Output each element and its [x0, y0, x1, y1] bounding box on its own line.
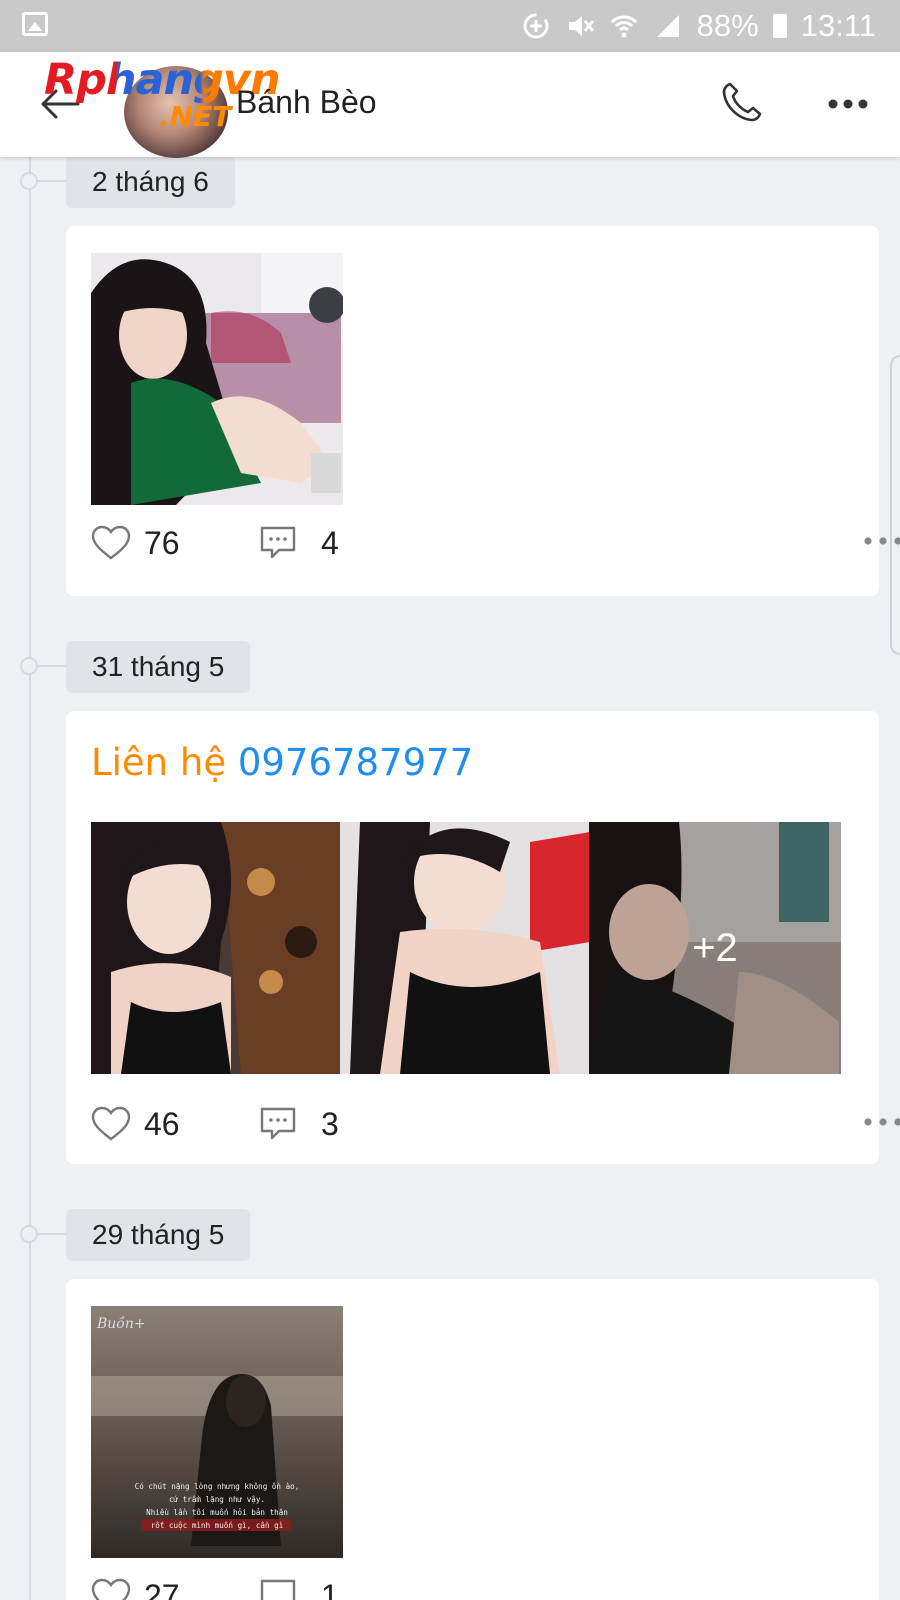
wifi-icon: [609, 11, 639, 41]
photo-quote-line: Nhiều lần tôi muốn hỏi bản thân: [146, 1508, 288, 1517]
phone-icon[interactable]: [720, 80, 764, 124]
comment-icon[interactable]: [259, 1106, 297, 1142]
comment-count: 4: [321, 525, 339, 561]
system-icons: 88% 13:11: [521, 0, 876, 52]
like-count: 27: [144, 1578, 180, 1600]
photo-image: [91, 253, 343, 505]
signal-icon: [653, 11, 683, 41]
comment-icon[interactable]: [259, 1578, 297, 1600]
scroll-edge-handle[interactable]: [890, 355, 900, 655]
post-photo[interactable]: [91, 822, 343, 1074]
caption-phone-number[interactable]: 0976787977: [238, 741, 473, 784]
timeline-line: [29, 157, 31, 1600]
post-caption: Liên hệ 0976787977: [91, 741, 473, 784]
post-card[interactable]: Liên hệ 0976787977 +2 46 3: [66, 711, 900, 1164]
caption-label: Liên hệ: [91, 741, 238, 784]
photo-corner-text: Buồn+: [96, 1315, 146, 1332]
photo-quote-line: rốt cuộc mình muốn gì, cần gì: [151, 1521, 284, 1530]
heart-icon[interactable]: [91, 1106, 131, 1142]
mute-icon: [565, 11, 595, 41]
more-photos-count: +2: [692, 925, 738, 970]
heart-icon[interactable]: [91, 525, 131, 561]
timeline-dot: [20, 657, 70, 675]
photo-quote-line: cứ trầm lặng như vậy.: [169, 1495, 265, 1504]
timeline-dot: [20, 1225, 70, 1243]
post-more-icon[interactable]: [863, 535, 900, 547]
photo-image: [340, 822, 592, 1074]
comment-count: 3: [321, 1106, 339, 1142]
date-label: 2 tháng 6: [66, 156, 235, 208]
post-card[interactable]: 76 4: [66, 226, 900, 596]
like-count: 46: [144, 1106, 180, 1142]
post-photo[interactable]: Buồn+ Có chút nặng lòng nhưng không ồn à…: [91, 1306, 343, 1558]
date-label: 29 tháng 5: [66, 1209, 251, 1261]
post-more-icon[interactable]: [863, 1116, 900, 1128]
profile-header: Rphangvn .NET Bánh Bèo: [0, 52, 900, 158]
battery-percent: 88%: [696, 8, 759, 43]
date-label: 31 tháng 5: [66, 641, 251, 693]
post-actions: 46 3: [91, 1102, 900, 1148]
post-card[interactable]: Buồn+ Có chút nặng lòng nhưng không ồn à…: [66, 1279, 879, 1600]
clock: 13:11: [800, 8, 876, 43]
photo-quote-line: Có chút nặng lòng nhưng không ồn ào,: [135, 1482, 300, 1491]
data-saver-icon: [521, 11, 551, 41]
post-actions: 76 4: [91, 521, 900, 567]
photo-image: [91, 822, 343, 1074]
status-bar: 88% 13:11: [0, 0, 900, 52]
image-notification-icon: [22, 12, 48, 36]
post-photo[interactable]: [91, 253, 343, 505]
comment-count: 1: [321, 1578, 339, 1600]
post-actions: 27 1: [91, 1574, 861, 1600]
comment-icon[interactable]: [259, 525, 297, 561]
post-photo[interactable]: [340, 822, 592, 1074]
profile-name[interactable]: Bánh Bèo: [236, 84, 377, 121]
more-horizontal-icon[interactable]: [828, 98, 868, 110]
photo-image: Buồn+ Có chút nặng lòng nhưng không ồn à…: [91, 1306, 343, 1558]
battery-icon: [772, 14, 787, 38]
post-photo-more[interactable]: +2: [589, 822, 841, 1074]
watermark-suffix: .NET: [159, 100, 232, 133]
like-count: 76: [144, 525, 180, 561]
heart-icon[interactable]: [91, 1578, 131, 1600]
timeline-dot: [20, 172, 70, 190]
